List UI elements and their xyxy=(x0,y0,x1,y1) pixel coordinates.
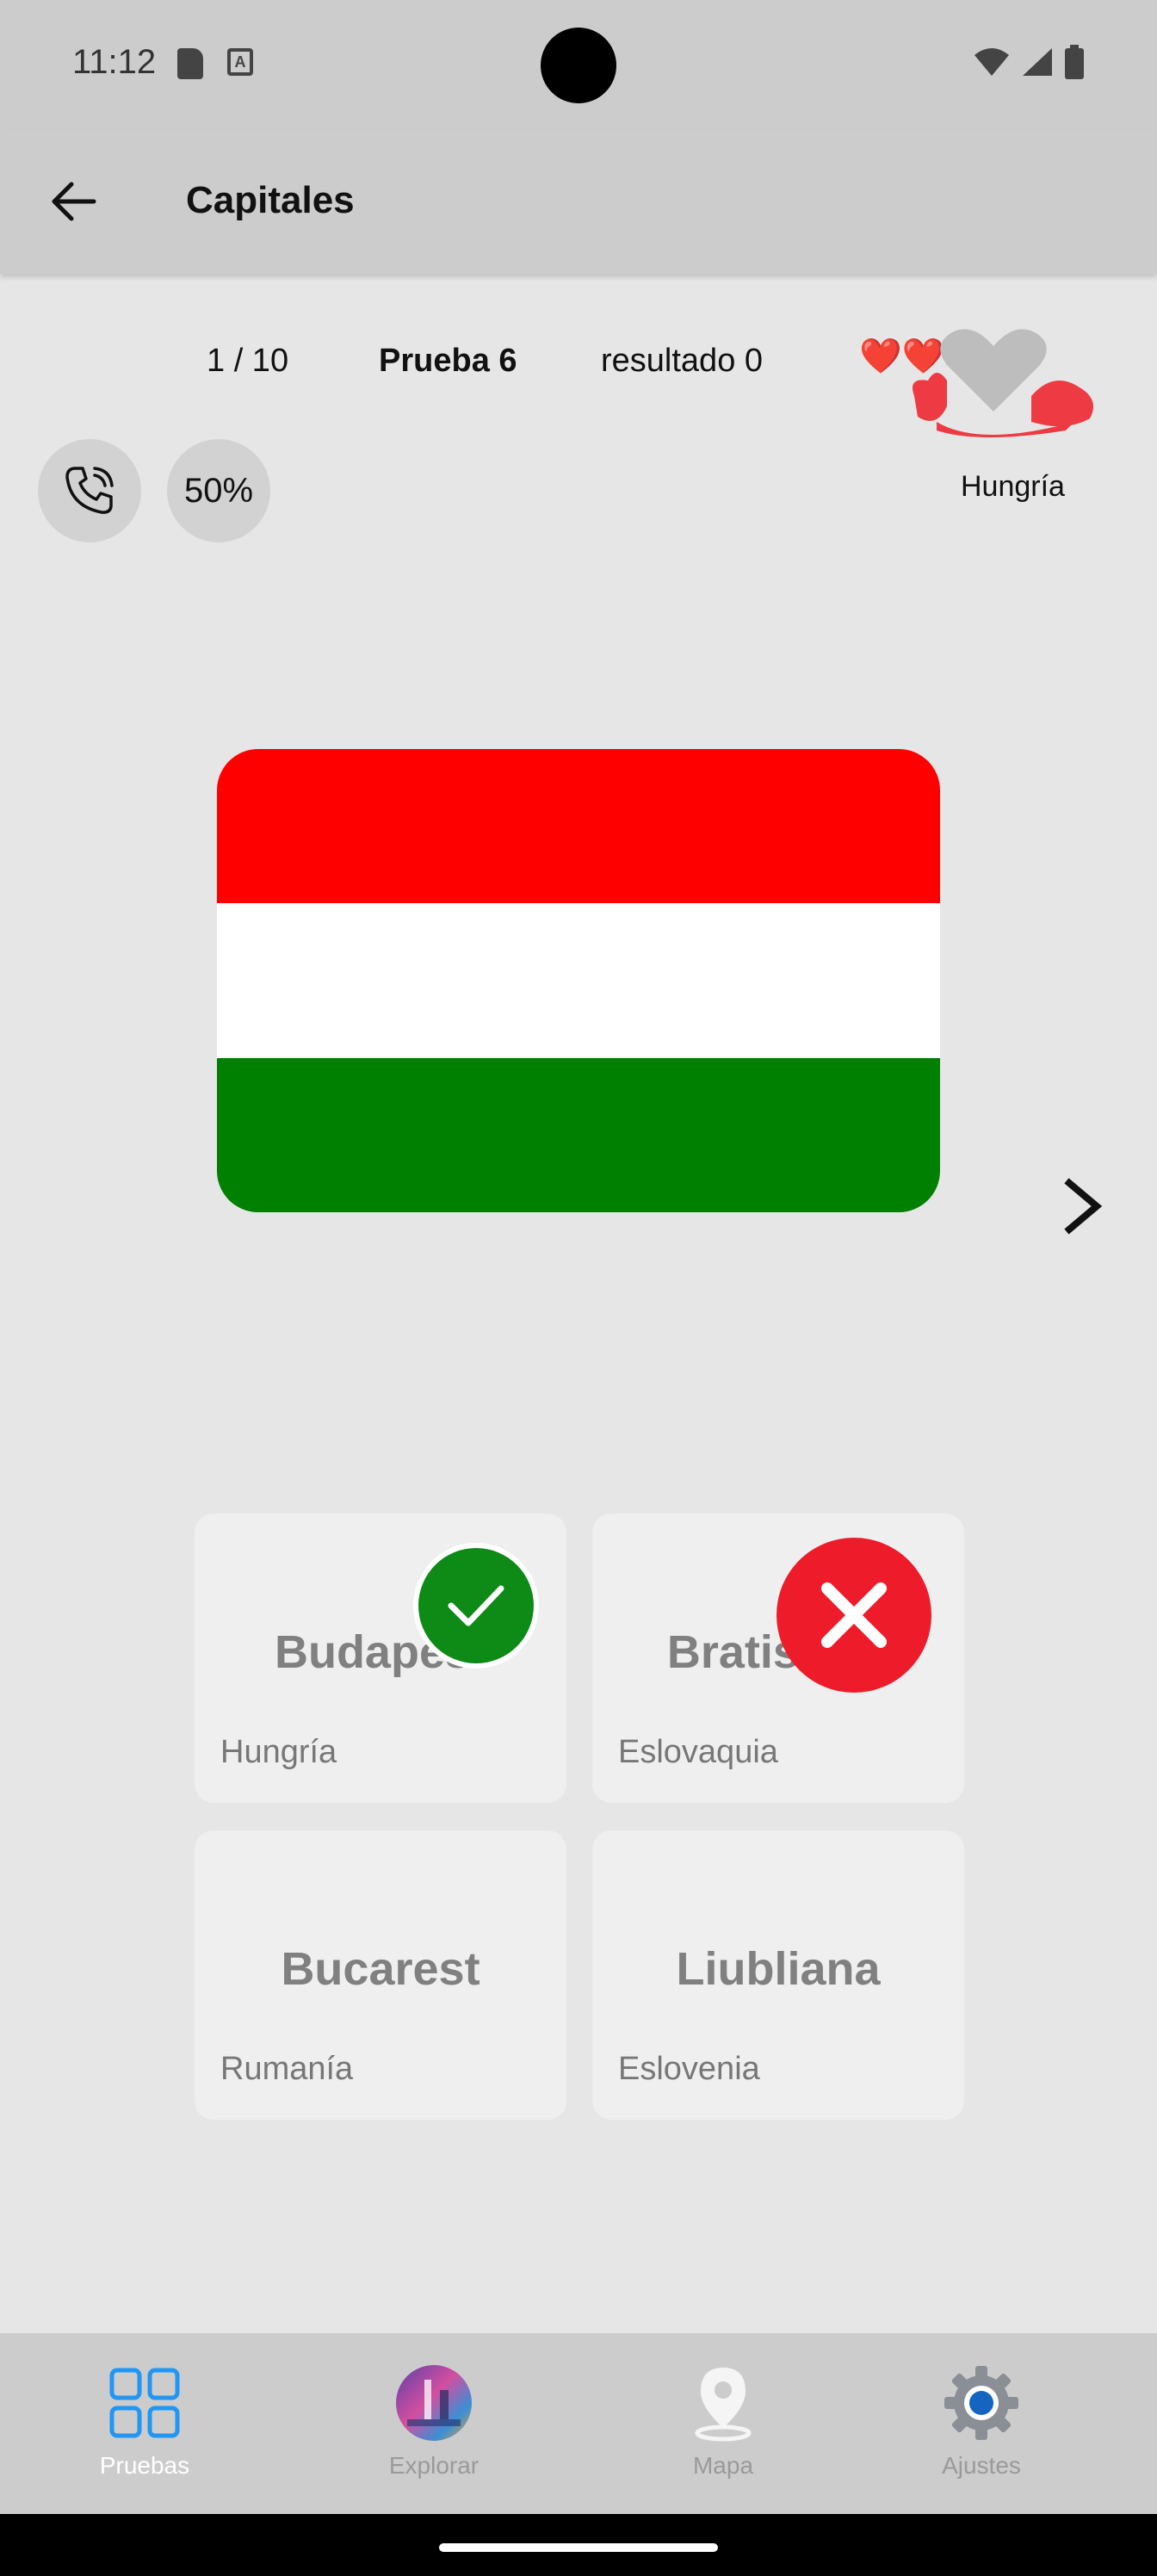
correct-badge xyxy=(413,1543,539,1669)
broken-heart-icon xyxy=(913,329,1093,437)
grid-icon xyxy=(106,2364,183,2442)
answer-card-4[interactable]: Liubliana Eslovenia xyxy=(592,1830,964,2120)
answer-card-3[interactable]: Bucarest Rumanía xyxy=(195,1830,566,2120)
answer-country: Hungría xyxy=(220,1734,337,1770)
close-icon xyxy=(821,1582,887,1648)
test-name: Prueba 6 xyxy=(379,343,517,379)
arrow-left-icon xyxy=(52,182,96,221)
answer-country: Eslovaquia xyxy=(618,1734,778,1770)
wifi-icon xyxy=(974,48,1009,76)
answer-country: Rumanía xyxy=(220,2051,354,2087)
status-time: 11:12 xyxy=(72,43,157,81)
signal-icon xyxy=(1023,48,1052,76)
map-pin-icon xyxy=(684,2364,762,2442)
flag-stripe-white xyxy=(217,903,940,1058)
page-title: Capitales xyxy=(186,179,355,221)
answer-city: Liubliana xyxy=(676,1943,881,1995)
nav-item-ajustes[interactable]: Ajustes xyxy=(887,2333,1076,2514)
nav-label: Mapa xyxy=(692,2452,754,2479)
gear-icon xyxy=(943,2364,1020,2442)
sd-card-icon xyxy=(177,48,203,79)
answer-city: Bucarest xyxy=(281,1943,480,1995)
nav-label: Ajustes xyxy=(942,2452,1021,2479)
lives-indicator: ❤️❤️ xyxy=(852,327,1111,448)
nav-label: Explorar xyxy=(388,2452,480,2479)
next-question-chevron-icon[interactable] xyxy=(1057,1176,1109,1236)
nav-label: Pruebas xyxy=(99,2452,190,2479)
flag-stripe-red xyxy=(217,749,940,904)
camera-cutout xyxy=(541,28,616,103)
status-icons-right xyxy=(973,45,1085,79)
globe-photo-icon xyxy=(395,2364,473,2442)
phone-lifeline-button[interactable] xyxy=(38,439,141,542)
home-gesture-bar[interactable] xyxy=(439,2543,718,2552)
back-button[interactable] xyxy=(43,174,103,229)
answer-country: Eslovenia xyxy=(618,2051,760,2087)
battery-icon xyxy=(1065,45,1084,79)
flag-stripe-green xyxy=(217,1057,940,1212)
nav-item-explorar[interactable]: Explorar xyxy=(339,2333,529,2514)
a-notification-icon: A xyxy=(227,48,253,76)
status-icons-left: A xyxy=(177,48,253,79)
check-icon xyxy=(448,1585,504,1626)
wrong-badge xyxy=(776,1538,931,1693)
check-icon-circle xyxy=(418,1548,534,1663)
phone-call-icon xyxy=(65,467,114,514)
fifty-fifty-button[interactable]: 50% xyxy=(167,439,270,542)
target-country-label: Hungría xyxy=(961,470,1065,503)
flag-image xyxy=(217,749,940,1212)
status-bar: 11:12 A xyxy=(0,0,1157,129)
question-progress: 1 / 10 xyxy=(207,343,289,379)
nav-item-mapa[interactable]: Mapa xyxy=(628,2333,818,2514)
app-bar: Capitales xyxy=(0,129,1157,274)
system-navigation-area xyxy=(0,2514,1157,2576)
score-label: resultado 0 xyxy=(601,343,764,379)
nav-item-pruebas[interactable]: Pruebas xyxy=(50,2333,239,2514)
bottom-navigation: Pruebas Explorar Mapa Ajustes xyxy=(0,2333,1157,2514)
